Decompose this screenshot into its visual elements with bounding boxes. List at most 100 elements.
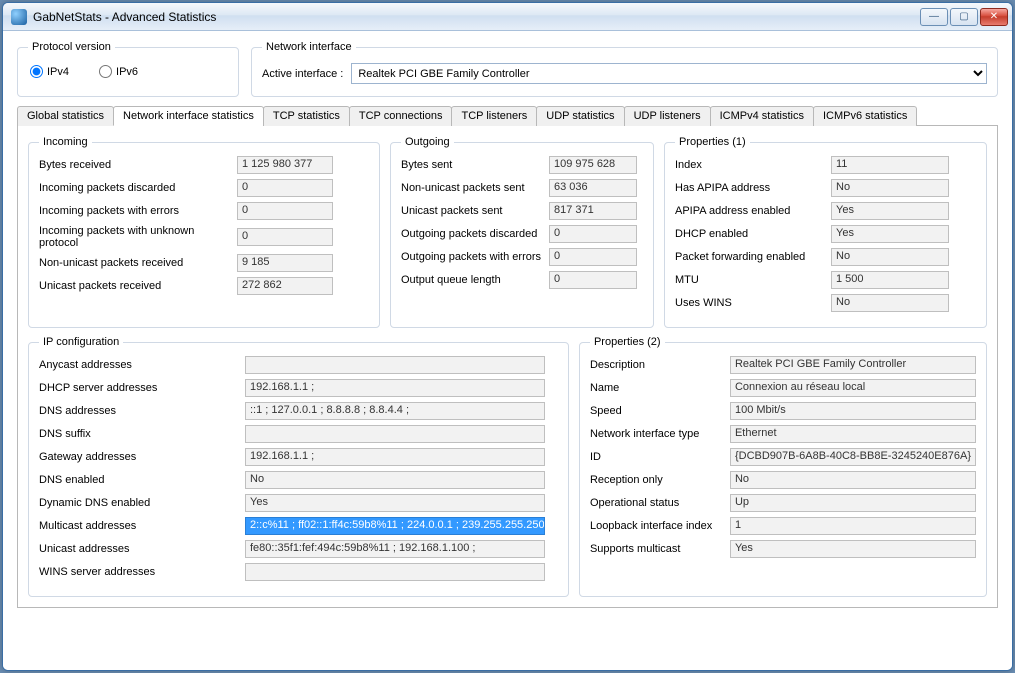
p1-wins-label: Uses WINS	[675, 297, 825, 309]
anycast-value	[245, 356, 545, 374]
p1-dhcp-value: Yes	[831, 225, 949, 243]
p1-apipa-label: Has APIPA address	[675, 182, 825, 194]
dyndns-value: Yes	[245, 494, 545, 512]
outgoing-group: Outgoing Bytes sent109 975 628 Non-unica…	[390, 136, 654, 328]
p1-index-value: 11	[831, 156, 949, 174]
p1-pfwd-label: Packet forwarding enabled	[675, 251, 825, 263]
properties2-group: Properties (2) DescriptionRealtek PCI GB…	[579, 336, 987, 597]
in-unknown-value: 0	[237, 228, 333, 246]
p2-multi-label: Supports multicast	[590, 543, 724, 555]
p2-rxonly-value: No	[730, 471, 976, 489]
active-interface-label: Active interface :	[262, 68, 343, 80]
p1-mtu-label: MTU	[675, 274, 825, 286]
out-errors-label: Outgoing packets with errors	[401, 251, 543, 263]
ipconf-legend: IP configuration	[39, 336, 123, 348]
p2-multi-value: Yes	[730, 540, 976, 558]
props2-legend: Properties (2)	[590, 336, 665, 348]
ipconfig-group: IP configuration Anycast addresses DHCP …	[28, 336, 569, 597]
ipv4-text: IPv4	[47, 66, 69, 78]
window-title: GabNetStats - Advanced Statistics	[33, 10, 920, 24]
out-discarded-value: 0	[549, 225, 637, 243]
tab-udp-listeners[interactable]: UDP listeners	[624, 106, 711, 126]
p2-speed-value: 100 Mbit/s	[730, 402, 976, 420]
p1-index-label: Index	[675, 159, 825, 171]
queue-len-value: 0	[549, 271, 637, 289]
in-discarded-value: 0	[237, 179, 333, 197]
dns-label: DNS addresses	[39, 405, 239, 417]
gw-value: 192.168.1.1 ;	[245, 448, 545, 466]
bytes-received-value: 1 125 980 377	[237, 156, 333, 174]
p2-loop-value: 1	[730, 517, 976, 535]
dnsen-label: DNS enabled	[39, 474, 239, 486]
p2-loop-label: Loopback interface index	[590, 520, 724, 532]
ipv6-text: IPv6	[116, 66, 138, 78]
p1-dhcp-label: DHCP enabled	[675, 228, 825, 240]
protocol-version-group: Protocol version IPv4 IPv6	[17, 41, 239, 97]
props1-legend: Properties (1)	[675, 136, 750, 148]
in-errors-value: 0	[237, 202, 333, 220]
nonuni-recv-value: 9 185	[237, 254, 333, 272]
in-unknown-label: Incoming packets with unknown protocol	[39, 225, 231, 249]
unicast-label: Unicast addresses	[39, 543, 239, 555]
p2-opstat-value: Up	[730, 494, 976, 512]
maximize-button[interactable]: ▢	[950, 8, 978, 26]
iface-legend: Network interface	[262, 41, 356, 53]
out-discarded-label: Outgoing packets discarded	[401, 228, 543, 240]
ipv6-radio[interactable]	[99, 65, 112, 78]
nonuni-sent-value: 63 036	[549, 179, 637, 197]
p2-iftype-label: Network interface type	[590, 428, 724, 440]
mcast-value[interactable]: 2::c%11 ; ff02::1:ff4c:59b8%11 ; 224.0.0…	[245, 517, 545, 535]
p1-apipaen-label: APIPA address enabled	[675, 205, 825, 217]
uni-sent-label: Unicast packets sent	[401, 205, 543, 217]
p2-iftype-value: Ethernet	[730, 425, 976, 443]
unicast-value: fe80::35f1:fef:494c:59b8%11 ; 192.168.1.…	[245, 540, 545, 558]
properties1-group: Properties (1) Index 11 Has APIPA address…	[664, 136, 987, 328]
dnssfx-label: DNS suffix	[39, 428, 239, 440]
winssrv-label: WINS server addresses	[39, 566, 239, 578]
uni-recv-label: Unicast packets received	[39, 280, 231, 292]
uni-sent-value: 817 371	[549, 202, 637, 220]
bytes-received-label: Bytes received	[39, 159, 231, 171]
app-window: GabNetStats - Advanced Statistics — ▢ ✕ …	[2, 2, 1013, 671]
p2-speed-label: Speed	[590, 405, 724, 417]
ipv4-radio[interactable]	[30, 65, 43, 78]
p2-name-value: Connexion au réseau local	[730, 379, 976, 397]
tab-udp-stats[interactable]: UDP statistics	[536, 106, 624, 126]
uni-recv-value: 272 862	[237, 277, 333, 295]
active-interface-select[interactable]: Realtek PCI GBE Family Controller	[351, 63, 987, 84]
p1-pfwd-value: No	[831, 248, 949, 266]
p2-desc-label: Description	[590, 359, 724, 371]
tab-icmpv6[interactable]: ICMPv6 statistics	[813, 106, 917, 126]
anycast-label: Anycast addresses	[39, 359, 239, 371]
ipv4-radio-label[interactable]: IPv4	[30, 65, 69, 78]
p1-apipa-value: No	[831, 179, 949, 197]
close-button[interactable]: ✕	[980, 8, 1008, 26]
tab-icmpv4[interactable]: ICMPv4 statistics	[710, 106, 814, 126]
tab-nic-stats[interactable]: Network interface statistics	[113, 106, 264, 126]
p1-apipaen-value: Yes	[831, 202, 949, 220]
p2-rxonly-label: Reception only	[590, 474, 724, 486]
p1-mtu-value: 1 500	[831, 271, 949, 289]
tab-content: Incoming Bytes received1 125 980 377 Inc…	[17, 126, 998, 608]
p2-opstat-label: Operational status	[590, 497, 724, 509]
gw-label: Gateway addresses	[39, 451, 239, 463]
nonuni-recv-label: Non-unicast packets received	[39, 257, 231, 269]
titlebar[interactable]: GabNetStats - Advanced Statistics — ▢ ✕	[3, 3, 1012, 31]
p2-id-label: ID	[590, 451, 724, 463]
tab-tcp-conn[interactable]: TCP connections	[349, 106, 453, 126]
tab-tcp-listeners[interactable]: TCP listeners	[451, 106, 537, 126]
protocol-legend: Protocol version	[28, 41, 115, 53]
tab-bar: Global statistics Network interface stat…	[17, 105, 998, 126]
minimize-button[interactable]: —	[920, 8, 948, 26]
outgoing-legend: Outgoing	[401, 136, 454, 148]
incoming-group: Incoming Bytes received1 125 980 377 Inc…	[28, 136, 380, 328]
queue-len-label: Output queue length	[401, 274, 543, 286]
bytes-sent-label: Bytes sent	[401, 159, 543, 171]
tab-global-stats[interactable]: Global statistics	[17, 106, 114, 126]
dyndns-label: Dynamic DNS enabled	[39, 497, 239, 509]
p2-id-value: {DCBD907B-6A8B-40C8-BB8E-3245240E876A}	[730, 448, 976, 466]
dnsen-value: No	[245, 471, 545, 489]
ipv6-radio-label[interactable]: IPv6	[99, 65, 138, 78]
dns-value: ::1 ; 127.0.0.1 ; 8.8.8.8 ; 8.8.4.4 ;	[245, 402, 545, 420]
tab-tcp-stats[interactable]: TCP statistics	[263, 106, 350, 126]
